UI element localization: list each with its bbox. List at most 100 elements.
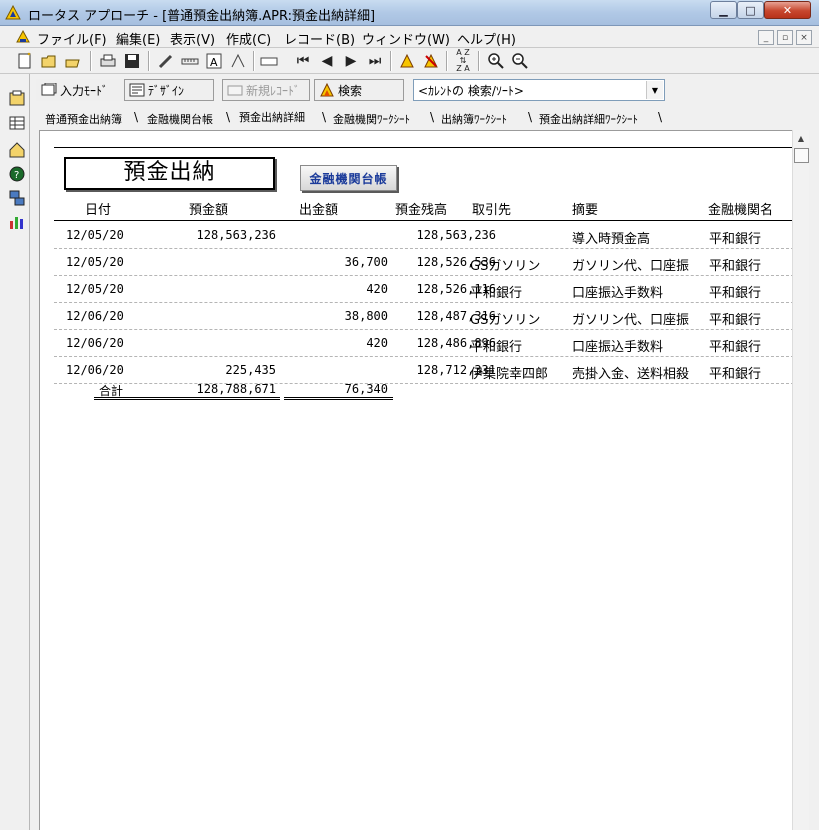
text-tool-icon[interactable]: A: [203, 50, 225, 72]
zoom-out-icon[interactable]: [509, 50, 531, 72]
menu-view[interactable]: 表示(V): [170, 29, 215, 48]
approach-app-icon[interactable]: [4, 4, 22, 22]
cell-summary[interactable]: ガソリン代、口座振: [572, 255, 708, 274]
main-toolbar: A ⏮ ◀ ▶ ⏭ A Z ⇅ Z A: [0, 48, 819, 74]
tab-bank-ledger[interactable]: 金融機関台帳: [144, 111, 216, 127]
new-record-button[interactable]: 新規ﾚｺｰﾄﾞ: [222, 79, 310, 101]
scroll-thumb[interactable]: [794, 148, 809, 163]
open-icon[interactable]: [62, 50, 84, 72]
maximize-button[interactable]: □: [737, 1, 764, 19]
tab-detail-worksheet[interactable]: 預金出納詳細ﾜｰｸｼｰﾄ: [536, 111, 641, 127]
cell-bank[interactable]: 平和銀行: [709, 255, 789, 274]
cell-summary[interactable]: 口座振込手数料: [572, 282, 708, 301]
close-button[interactable]: ✕: [764, 1, 811, 19]
cell-balance[interactable]: 128,563,236: [384, 228, 496, 242]
cell-date[interactable]: 12/06/20: [66, 309, 146, 323]
cell-summary[interactable]: 口座振込手数料: [572, 336, 708, 355]
find-all-icon[interactable]: [420, 50, 442, 72]
cell-withdrawal[interactable]: 38,800: [284, 309, 388, 323]
header-bank: 金融機関名: [708, 203, 774, 218]
menu-file[interactable]: ファイル(F): [37, 29, 107, 48]
menu-edit[interactable]: 編集(E): [116, 29, 160, 48]
cell-bank[interactable]: 平和銀行: [709, 228, 789, 247]
query-select[interactable]: <ｶﾚﾝﾄの 検索/ｿｰﾄ> ▼: [413, 79, 665, 101]
find-icon[interactable]: [396, 50, 418, 72]
document-icon[interactable]: [15, 29, 31, 45]
cell-date[interactable]: 12/05/20: [66, 255, 146, 269]
mdi-minimize-button[interactable]: _: [758, 30, 774, 45]
last-record-icon[interactable]: ⏭: [364, 50, 386, 72]
sort-icon[interactable]: A Z ⇅ Z A: [452, 49, 474, 73]
table-row[interactable]: 12/06/20 420 128,486,896 平和銀行 口座振込手数料 平和銀行: [54, 330, 794, 357]
search-button[interactable]: 検索: [314, 79, 404, 101]
home-icon[interactable]: [7, 140, 27, 160]
open-folder-icon[interactable]: [38, 50, 60, 72]
menu-record[interactable]: レコード(B): [284, 29, 355, 48]
network-icon[interactable]: [7, 188, 27, 208]
cell-partner[interactable]: 平和銀行: [470, 336, 570, 355]
tab-bank-worksheet[interactable]: 金融機関ﾜｰｸｼｰﾄ: [330, 111, 413, 127]
minimize-button[interactable]: ▁: [710, 1, 737, 19]
cell-partner[interactable]: GSガソリン: [470, 309, 570, 328]
cell-date[interactable]: 12/05/20: [66, 228, 146, 242]
tab-deposit-detail[interactable]: 預金出納詳細: [236, 109, 308, 125]
edit-pencil-icon[interactable]: [155, 50, 177, 72]
input-mode-button[interactable]: 入力ﾓｰﾄﾞ: [36, 79, 124, 101]
mdi-close-button[interactable]: ×: [796, 30, 812, 45]
cell-bank[interactable]: 平和銀行: [709, 282, 789, 301]
tab-divider: \: [322, 110, 327, 124]
cell-bank[interactable]: 平和銀行: [709, 363, 789, 382]
worksheet-view-icon[interactable]: [7, 112, 27, 132]
cell-date[interactable]: 12/05/20: [66, 282, 146, 296]
svg-text:?: ?: [14, 170, 19, 181]
table-row[interactable]: 12/05/20 128,563,236 128,563,236 導入時預金高 平和銀行: [54, 222, 794, 249]
cell-bank[interactable]: 平和銀行: [709, 336, 789, 355]
menu-create[interactable]: 作成(C): [226, 29, 271, 48]
table-row[interactable]: 12/05/20 420 128,526,116 平和銀行 口座振込手数料 平和銀行: [54, 276, 794, 303]
save-icon[interactable]: [121, 50, 143, 72]
design-button[interactable]: ﾃﾞｻﾞｲﾝ: [124, 79, 214, 101]
first-record-icon[interactable]: ⏮: [292, 50, 314, 72]
help-icon[interactable]: ?: [7, 164, 27, 184]
cell-deposit[interactable]: 128,563,236: [154, 228, 276, 242]
cell-withdrawal[interactable]: 420: [284, 282, 388, 296]
tab-deposit-ledger[interactable]: 普通預金出納簿: [42, 111, 125, 127]
print-icon[interactable]: [97, 50, 119, 72]
chevron-down-icon[interactable]: ▼: [646, 81, 663, 99]
vertical-scrollbar[interactable]: ▲: [792, 130, 809, 830]
cell-summary[interactable]: 導入時預金高: [572, 228, 708, 247]
cell-summary[interactable]: 売掛入金、送料相殺: [572, 363, 708, 382]
tab-ledger-worksheet[interactable]: 出納簿ﾜｰｸｼｰﾄ: [438, 111, 510, 127]
cell-partner[interactable]: 平和銀行: [470, 282, 570, 301]
new-file-icon[interactable]: [14, 50, 36, 72]
zoom-in-icon[interactable]: [485, 50, 507, 72]
table-row[interactable]: 12/05/20 36,700 128,526,536 GSガソリン ガソリン代、口座振…: [54, 249, 794, 276]
form-view-icon[interactable]: [7, 88, 27, 108]
cell-withdrawal[interactable]: 36,700: [284, 255, 388, 269]
menu-bar: ファイル(F) 編集(E) 表示(V) 作成(C) レコード(B) ウィンドウ(…: [0, 26, 819, 48]
cell-partner[interactable]: 伊集院幸四郎: [470, 363, 570, 382]
tab-divider: \: [226, 110, 231, 124]
cell-partner[interactable]: GSガソリン: [470, 255, 570, 274]
mdi-restore-button[interactable]: ▫: [777, 30, 793, 45]
draw-icon[interactable]: [227, 50, 249, 72]
scroll-up-icon[interactable]: ▲: [793, 134, 809, 144]
ruler-icon[interactable]: [179, 50, 201, 72]
menu-window[interactable]: ウィンドウ(W): [362, 29, 450, 48]
cell-date[interactable]: 12/06/20: [66, 363, 146, 377]
cell-summary[interactable]: ガソリン代、口座振: [572, 309, 708, 328]
prev-record-icon[interactable]: ◀: [316, 50, 338, 72]
field-icon[interactable]: [258, 50, 280, 72]
mode-toolbar: 入力ﾓｰﾄﾞ ﾃﾞｻﾞｲﾝ 新規ﾚｺｰﾄﾞ 検索 <ｶﾚﾝﾄの 検索/ｿｰﾄ> …: [30, 74, 819, 106]
cell-withdrawal[interactable]: 420: [284, 336, 388, 350]
view-tabs: 普通預金出納簿 \ 金融機関台帳 \ 預金出納詳細 \ 金融機関ﾜｰｸｼｰﾄ \…: [34, 108, 814, 130]
menu-help[interactable]: ヘルプ(H): [457, 29, 516, 48]
chart-icon[interactable]: [7, 212, 27, 232]
cell-date[interactable]: 12/06/20: [66, 336, 146, 350]
cell-bank[interactable]: 平和銀行: [709, 309, 789, 328]
table-row[interactable]: 12/06/20 225,435 128,712,331 伊集院幸四郎 売掛入金、送料相…: [54, 357, 794, 384]
next-record-icon[interactable]: ▶: [340, 50, 362, 72]
bank-ledger-button[interactable]: 金融機関台帳: [300, 165, 397, 191]
table-row[interactable]: 12/06/20 38,800 128,487,316 GSガソリン ガソリン代、口座振…: [54, 303, 794, 330]
cell-deposit[interactable]: 225,435: [154, 363, 276, 377]
